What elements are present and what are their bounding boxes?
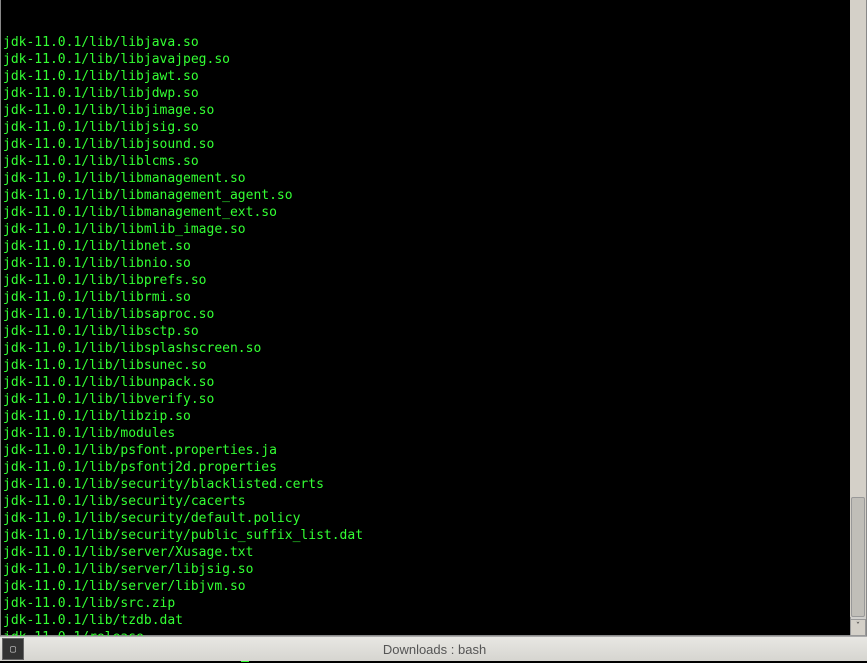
scrollbar-down-button[interactable]: ˇ bbox=[850, 619, 866, 636]
output-line: jdk-11.0.1/lib/liblcms.so bbox=[3, 153, 864, 170]
taskbar-window-title[interactable]: Downloads : bash bbox=[24, 641, 867, 658]
output-line: jdk-11.0.1/lib/libjdwp.so bbox=[3, 85, 864, 102]
output-line: jdk-11.0.1/lib/libmanagement.so bbox=[3, 170, 864, 187]
output-line: jdk-11.0.1/lib/libmanagement_ext.so bbox=[3, 204, 864, 221]
terminal-icon: ▢ bbox=[10, 641, 16, 658]
output-line: jdk-11.0.1/lib/libjimage.so bbox=[3, 102, 864, 119]
output-line: jdk-11.0.1/lib/libjsound.so bbox=[3, 136, 864, 153]
output-line: jdk-11.0.1/lib/libmanagement_agent.so bbox=[3, 187, 864, 204]
output-line: jdk-11.0.1/lib/tzdb.dat bbox=[3, 612, 864, 629]
output-line: jdk-11.0.1/lib/security/cacerts bbox=[3, 493, 864, 510]
output-line: jdk-11.0.1/lib/security/default.policy bbox=[3, 510, 864, 527]
output-line: jdk-11.0.1/lib/security/blacklisted.cert… bbox=[3, 476, 864, 493]
output-line: jdk-11.0.1/lib/libprefs.so bbox=[3, 272, 864, 289]
output-line: jdk-11.0.1/lib/server/libjsig.so bbox=[3, 561, 864, 578]
output-line: jdk-11.0.1/lib/modules bbox=[3, 425, 864, 442]
terminal-window: jdk-11.0.1/lib/libjava.sojdk-11.0.1/lib/… bbox=[0, 0, 867, 636]
output-line: jdk-11.0.1/lib/libjsig.so bbox=[3, 119, 864, 136]
taskbar: ▢ Downloads : bash bbox=[0, 636, 867, 661]
output-line: jdk-11.0.1/lib/libnio.so bbox=[3, 255, 864, 272]
output-line: jdk-11.0.1/lib/libsplashscreen.so bbox=[3, 340, 864, 357]
output-line: jdk-11.0.1/lib/libsaproc.so bbox=[3, 306, 864, 323]
chevron-down-icon: ˇ bbox=[855, 622, 860, 632]
scrollbar-thumb[interactable] bbox=[851, 497, 865, 617]
output-line: jdk-11.0.1/lib/libzip.so bbox=[3, 408, 864, 425]
output-line: jdk-11.0.1/lib/psfont.properties.ja bbox=[3, 442, 864, 459]
terminal-app-icon[interactable]: ▢ bbox=[2, 638, 24, 660]
output-line: jdk-11.0.1/lib/src.zip bbox=[3, 595, 864, 612]
output-line: jdk-11.0.1/lib/libsctp.so bbox=[3, 323, 864, 340]
output-line: jdk-11.0.1/lib/libjava.so bbox=[3, 34, 864, 51]
output-line: jdk-11.0.1/lib/server/Xusage.txt bbox=[3, 544, 864, 561]
terminal-output[interactable]: jdk-11.0.1/lib/libjava.sojdk-11.0.1/lib/… bbox=[1, 0, 866, 663]
output-line: jdk-11.0.1/lib/security/public_suffix_li… bbox=[3, 527, 864, 544]
output-line: jdk-11.0.1/lib/server/libjvm.so bbox=[3, 578, 864, 595]
output-line: jdk-11.0.1/lib/libsunec.so bbox=[3, 357, 864, 374]
output-line: jdk-11.0.1/lib/libjawt.so bbox=[3, 68, 864, 85]
output-line: jdk-11.0.1/lib/libverify.so bbox=[3, 391, 864, 408]
output-line: jdk-11.0.1/lib/psfontj2d.properties bbox=[3, 459, 864, 476]
output-line: jdk-11.0.1/lib/libmlib_image.so bbox=[3, 221, 864, 238]
scrollbar[interactable]: ˇ bbox=[850, 0, 866, 636]
output-line: jdk-11.0.1/lib/libnet.so bbox=[3, 238, 864, 255]
output-line: jdk-11.0.1/lib/libjavajpeg.so bbox=[3, 51, 864, 68]
output-line: jdk-11.0.1/lib/libunpack.so bbox=[3, 374, 864, 391]
output-line: jdk-11.0.1/lib/librmi.so bbox=[3, 289, 864, 306]
